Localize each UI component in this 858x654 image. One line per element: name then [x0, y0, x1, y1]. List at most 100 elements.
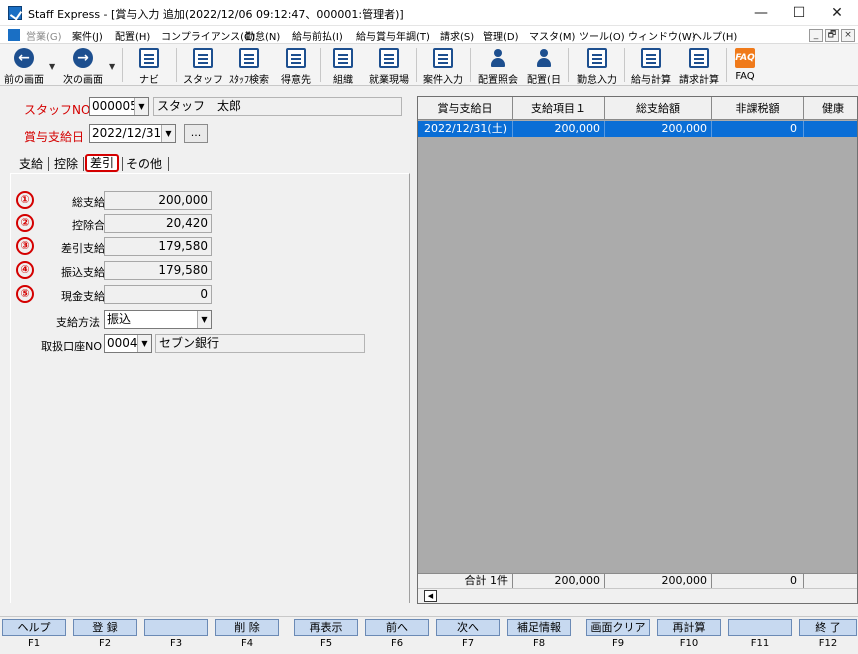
arrow-right-icon: → — [73, 48, 93, 68]
worksite-icon — [379, 48, 399, 68]
grid-cell-date[interactable]: 2022/12/31(土) — [418, 121, 513, 137]
chevron-down-icon[interactable]: ▼ — [161, 125, 175, 142]
date-picker-button[interactable]: ... — [184, 124, 208, 143]
f9-clear-button[interactable]: 画面クリア — [586, 619, 650, 636]
f4-delete-button[interactable]: 削 除 — [215, 619, 279, 636]
prev-screen-dropdown[interactable]: ▼ — [49, 62, 55, 71]
f2-register-button[interactable]: 登 録 — [73, 619, 137, 636]
grid-header-item1[interactable]: 支給項目１ — [513, 97, 605, 120]
navi-icon — [139, 48, 159, 68]
f8-supplement-button[interactable]: 補足情報 — [507, 619, 571, 636]
grid-header-total[interactable]: 総支給額 — [605, 97, 712, 120]
row-total-pay: ① 総支給額 200,000 — [16, 191, 216, 211]
tab-separator — [48, 157, 49, 171]
customer-button[interactable]: 得意先 — [276, 46, 316, 86]
menu-compliance[interactable]: コンプライアンス(C) — [161, 28, 255, 43]
mdi-close-button[interactable]: × — [841, 29, 855, 42]
f11-button[interactable] — [728, 619, 792, 636]
case-entry-icon — [433, 48, 453, 68]
menu-anken[interactable]: 案件(J) — [72, 28, 103, 43]
case-entry-button[interactable]: 案件入力 — [420, 46, 466, 86]
cash-pay-value: 0 — [104, 285, 212, 304]
pay-method-select[interactable]: 振込 ▼ — [104, 310, 212, 329]
tab-kojo[interactable]: 控除 — [54, 155, 78, 173]
chevron-down-icon[interactable]: ▼ — [197, 311, 211, 328]
menu-kyuyo-maebarai[interactable]: 給与前払(I) — [292, 28, 343, 43]
number-badge-5: ⑤ — [16, 285, 34, 303]
total-pay-value: 200,000 — [104, 191, 212, 210]
menu-help[interactable]: ヘルプ(H) — [692, 28, 737, 43]
salary-calc-button[interactable]: 給与計算 — [628, 46, 674, 86]
navi-button[interactable]: ナビ — [130, 46, 168, 86]
staff-search-button[interactable]: ｽﾀｯﾌ検索 — [226, 46, 272, 86]
table-row[interactable]: 2022/12/31(土) 200,000 200,000 0 — [418, 121, 857, 137]
account-no-label: 取扱口座NO — [41, 340, 102, 353]
tab-shikyu[interactable]: 支給 — [19, 155, 43, 173]
menu-seikyu[interactable]: 請求(S) — [440, 28, 474, 43]
tab-sonota[interactable]: その他 — [126, 155, 162, 173]
menu-tool[interactable]: ツール(O) — [579, 28, 625, 43]
menu-eigyo[interactable]: 営業(G) — [26, 28, 62, 43]
f7-next-button[interactable]: 次へ — [436, 619, 500, 636]
payment-date-select[interactable]: 2022/12/31 ▼ — [89, 124, 176, 143]
grid-header-nontax[interactable]: 非課税額 — [712, 97, 804, 120]
f10-recalc-button[interactable]: 再計算 — [657, 619, 721, 636]
grid-header-date[interactable]: 賞与支給日 — [418, 97, 513, 120]
billing-calc-button[interactable]: 請求計算 — [676, 46, 722, 86]
staff-no-value: 000005 — [92, 99, 138, 113]
staff-icon — [193, 48, 213, 68]
staff-name-field: スタッフ 太郎 — [153, 97, 402, 116]
grid-header-health[interactable]: 健康 — [804, 97, 857, 120]
mdi-minimize-button[interactable]: _ — [809, 29, 823, 42]
people-icon — [488, 48, 508, 68]
document-icon — [8, 29, 20, 41]
minimize-button[interactable]: — — [742, 0, 780, 26]
grid-cell-nontax[interactable]: 0 — [712, 121, 804, 137]
chevron-down-icon[interactable]: ▼ — [134, 98, 148, 115]
prev-screen-button[interactable]: ← 前の画面 — [2, 46, 46, 86]
account-no-select[interactable]: 0004 ▼ — [104, 334, 152, 353]
f4-key-label: F4 — [240, 638, 254, 649]
mdi-restore-button[interactable]: 🗗 — [825, 29, 839, 42]
f10-key-label: F10 — [679, 638, 699, 649]
f12-key-label: F12 — [818, 638, 838, 649]
close-button[interactable]: ✕ — [818, 0, 856, 26]
tab-sagaku[interactable]: 差引 — [85, 154, 120, 172]
organization-button[interactable]: 組織 — [326, 46, 360, 86]
grid-cell-item1[interactable]: 200,000 — [513, 121, 605, 137]
pay-method-label: 支給方法 — [56, 316, 100, 329]
staff-button[interactable]: スタッフ — [182, 46, 224, 86]
faq-button[interactable]: FAQ FAQ — [730, 46, 760, 84]
f9-key-label: F9 — [611, 638, 625, 649]
next-screen-button[interactable]: → 次の画面 — [60, 46, 106, 86]
worksite-button[interactable]: 就業現場 — [366, 46, 412, 86]
grid-cell-health[interactable] — [804, 121, 857, 137]
grid-cell-total[interactable]: 200,000 — [605, 121, 712, 137]
placement-daily-button[interactable]: 配置(日 — [524, 46, 564, 86]
f1-help-button[interactable]: ヘルプ — [2, 619, 66, 636]
menu-kyuyo-shoyo[interactable]: 給与賞与年調(T) — [356, 28, 430, 43]
grid-footer-nontax: 0 — [712, 573, 804, 588]
menu-kintai[interactable]: 勤怠(N) — [245, 28, 280, 43]
placement-inquiry-button[interactable]: 配置照会 — [474, 46, 522, 86]
menu-window[interactable]: ウィンドウ(W) — [628, 28, 696, 43]
staff-no-select[interactable]: 000005 ▼ — [89, 97, 149, 116]
calculator-icon — [641, 48, 661, 68]
horizontal-scrollbar[interactable]: ◀ — [418, 588, 857, 603]
menu-haichi[interactable]: 配置(H) — [115, 28, 150, 43]
scroll-left-icon[interactable]: ◀ — [424, 590, 437, 602]
chevron-down-icon[interactable]: ▼ — [137, 335, 151, 352]
payment-date-label: 賞与支給日 — [24, 130, 85, 144]
maximize-button[interactable]: ☐ — [780, 0, 818, 26]
billing-icon — [689, 48, 709, 68]
attendance-icon — [587, 48, 607, 68]
f6-prev-button[interactable]: 前へ — [365, 619, 429, 636]
attendance-entry-button[interactable]: 勤怠入力 — [574, 46, 620, 86]
menu-kanri[interactable]: 管理(D) — [483, 28, 519, 43]
toolbar-separator — [568, 48, 569, 82]
f3-button[interactable] — [144, 619, 208, 636]
f12-exit-button[interactable]: 終 了 — [799, 619, 857, 636]
next-screen-dropdown[interactable]: ▼ — [109, 62, 115, 71]
f5-refresh-button[interactable]: 再表示 — [294, 619, 358, 636]
menu-master[interactable]: マスタ(M) — [529, 28, 575, 43]
